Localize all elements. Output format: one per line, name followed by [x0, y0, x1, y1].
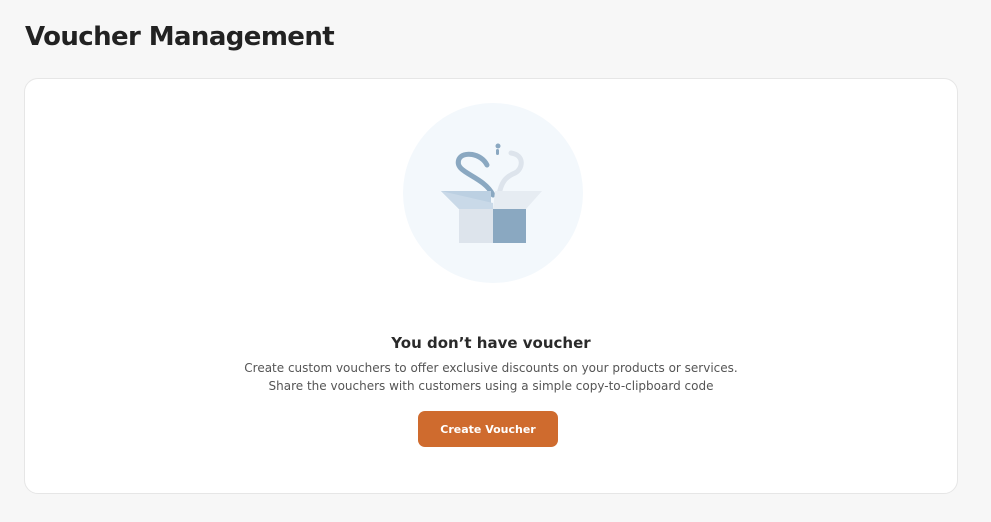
empty-state-title: You don’t have voucher: [391, 334, 591, 352]
empty-state-illustration: [403, 103, 583, 283]
open-box-icon: [441, 143, 542, 243]
empty-state-description-line-1: Create custom vouchers to offer exclusiv…: [244, 361, 738, 375]
empty-state-description-line-2: Share the vouchers with customers using …: [268, 379, 714, 393]
empty-state-card: You don’t have voucher Create custom vou…: [24, 78, 958, 494]
create-voucher-button[interactable]: Create Voucher: [418, 411, 558, 447]
page-title: Voucher Management: [25, 22, 335, 52]
